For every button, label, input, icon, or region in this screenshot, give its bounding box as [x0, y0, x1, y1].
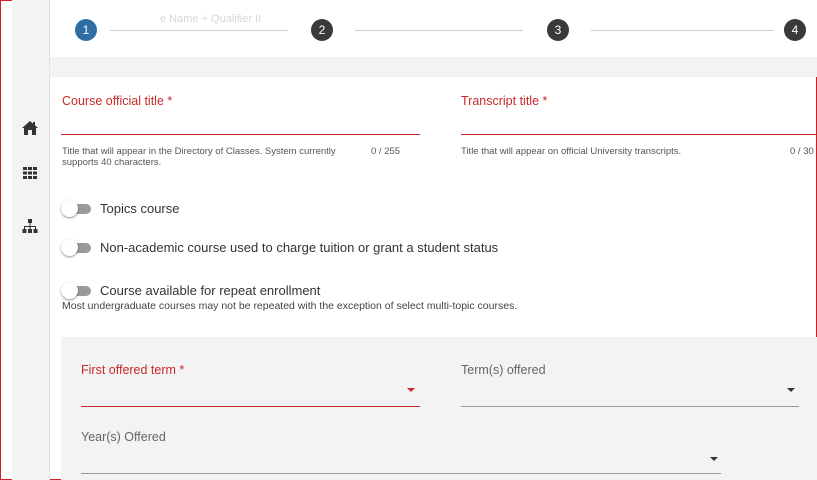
years-offered-underline — [81, 473, 721, 474]
terms-offered-label: Term(s) offered — [461, 363, 546, 377]
non-academic-toggle[interactable] — [61, 239, 93, 256]
course-title-counter: 0 / 255 — [371, 146, 401, 157]
sitemap-icon[interactable] — [21, 217, 39, 235]
chevron-down-icon — [407, 388, 415, 392]
toggle-knob — [61, 200, 78, 217]
step-2[interactable]: 2 — [311, 19, 333, 41]
step-connector — [110, 30, 288, 31]
terms-offered-underline — [461, 406, 799, 407]
transcript-title-underline — [461, 134, 817, 135]
repeat-enrollment-toggle[interactable] — [61, 282, 93, 299]
offering-panel: First offered term * Term(s) offered Yea… — [61, 337, 817, 480]
step-connector — [355, 30, 523, 31]
left-sidebar — [12, 0, 50, 480]
toggle-knob — [61, 239, 78, 256]
transcript-title-label: Transcript title * — [461, 94, 548, 108]
step-3[interactable]: 3 — [547, 19, 569, 41]
repeat-enrollment-label: Course available for repeat enrollment — [100, 283, 321, 298]
terms-offered-select[interactable] — [461, 381, 799, 406]
course-title-underline — [61, 134, 420, 135]
toggle-knob — [61, 282, 78, 299]
chevron-down-icon — [710, 457, 718, 461]
transcript-title-counter: 0 / 30 — [790, 146, 814, 157]
stepper-divider-strip — [50, 57, 817, 77]
years-offered-label: Year(s) Offered — [81, 430, 166, 444]
years-offered-select[interactable] — [81, 447, 721, 472]
grid-icon[interactable] — [21, 164, 39, 182]
topics-course-label: Topics course — [100, 201, 180, 216]
course-title-hint: Title that will appear in the Directory … — [62, 146, 336, 168]
course-title-input[interactable] — [61, 112, 420, 134]
first-offered-term-label: First offered term * — [81, 363, 185, 377]
first-offered-term-underline — [81, 406, 420, 407]
course-title-label: Course official title * — [62, 94, 173, 108]
home-icon[interactable] — [21, 119, 39, 137]
step-1[interactable]: 1 — [75, 19, 97, 41]
non-academic-label: Non-academic course used to charge tuiti… — [100, 240, 499, 255]
transcript-title-input[interactable] — [461, 112, 817, 134]
topics-course-toggle[interactable] — [61, 200, 93, 217]
first-offered-term-select[interactable] — [81, 381, 420, 406]
repeat-enrollment-note: Most undergraduate courses may not be re… — [62, 300, 518, 312]
chevron-down-icon — [787, 388, 795, 392]
step-connector — [591, 30, 774, 31]
transcript-title-hint: Title that will appear on official Unive… — [461, 146, 682, 157]
progress-stepper: e Name + Qualifier II 1 2 3 4 — [50, 0, 817, 57]
step-4[interactable]: 4 — [784, 19, 806, 41]
